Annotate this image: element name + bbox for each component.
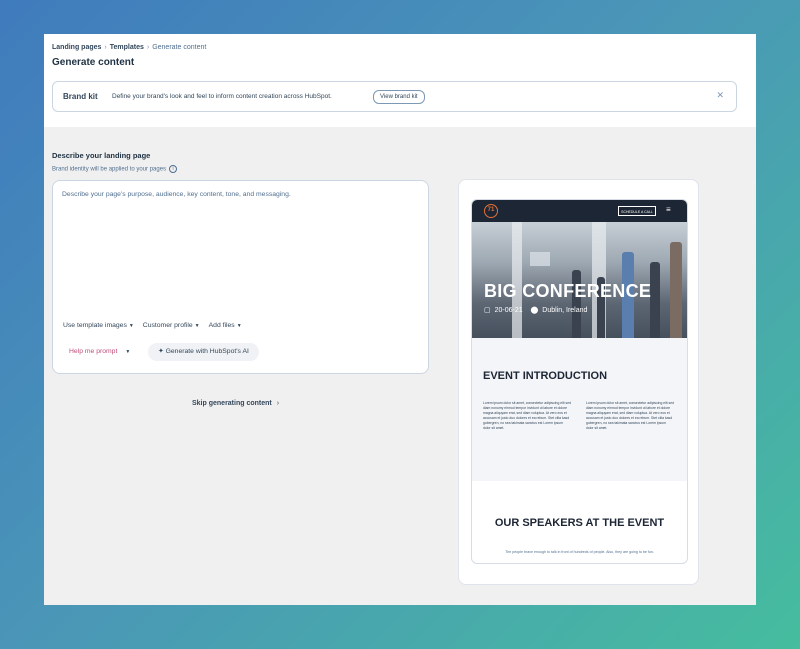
header: Landing pages › Templates › Generate content… [44, 34, 756, 127]
breadcrumb-landing-pages[interactable]: Landing pages [52, 44, 101, 51]
add-files-dropdown[interactable]: Add files ▼ [209, 322, 242, 329]
preview-intro-title: EVENT INTRODUCTION [483, 370, 608, 382]
mobile-preview: 71 SCHEDULE A CALL ≡ BIG CONFERENCE ▢ 20-… [471, 199, 688, 564]
chevron-right-icon: › [276, 400, 280, 407]
use-template-images-dropdown[interactable]: Use template images ▼ [63, 322, 134, 329]
preview-schedule-button: SCHEDULE A CALL [618, 206, 656, 216]
brand-kit-description: Define your brand's look and feel to inf… [112, 93, 332, 100]
describe-subtitle-text: Brand identity will be applied to your p… [52, 166, 167, 173]
use-template-images-label: Use template images [63, 322, 127, 329]
prompt-options: Use template images ▼ Customer profile ▼ A… [63, 322, 242, 329]
breadcrumb-templates[interactable]: Templates [110, 44, 144, 51]
page-title: Generate content [52, 57, 135, 68]
preview-hero-date: 20-06-21 [494, 307, 523, 314]
skip-label: Skip generating content [192, 400, 272, 407]
preview-speakers-title: OUR SPEAKERS AT THE EVENT [494, 517, 665, 529]
template-preview-card: 71 SCHEDULE A CALL ≡ BIG CONFERENCE ▢ 20-… [458, 179, 699, 585]
sparkle-icon: ✦ [158, 348, 166, 355]
preview-navbar: 71 SCHEDULE A CALL ≡ [472, 200, 687, 222]
info-icon[interactable]: i [169, 165, 178, 173]
brand-kit-title: Brand kit [63, 92, 98, 101]
skip-generating-link[interactable]: Skip generating content › [192, 400, 279, 407]
caret-down-icon: ▼ [236, 323, 242, 329]
close-icon[interactable]: ✕ [716, 90, 724, 101]
add-files-label: Add files [208, 322, 235, 329]
preview-intro-col-left: Lorem ipsum dolor sit amet, consectetur … [483, 401, 572, 430]
customer-profile-label: Customer profile [142, 322, 193, 329]
prompt-editor[interactable]: Describe your page's purpose, audience, … [52, 180, 429, 374]
help-me-prompt-label: Help me prompt [69, 348, 118, 355]
hero-person [670, 242, 682, 338]
preview-speakers-text: The people brave enough to talk in front… [505, 550, 654, 554]
preview-hero-title: BIG CONFERENCE [484, 281, 652, 301]
generate-label: Generate with HubSpot's AI [165, 348, 249, 355]
calendar-icon: ▢ [484, 307, 491, 314]
hero-person [650, 262, 660, 338]
generate-with-ai-button[interactable]: ✦ Generate with HubSpot's AI [148, 343, 259, 361]
hero-screen [530, 252, 550, 266]
location-pin-icon: ⬤ [530, 307, 539, 314]
hamburger-menu-icon: ≡ [666, 205, 671, 214]
preview-logo: 71 [484, 204, 498, 218]
caret-down-icon: ▼ [194, 323, 200, 329]
app-window: Landing pages › Templates › Generate content… [44, 34, 756, 605]
breadcrumb-separator: › [146, 44, 150, 51]
breadcrumb-current: Generate content [152, 44, 207, 51]
customer-profile-dropdown[interactable]: Customer profile ▼ [143, 322, 200, 329]
describe-subtitle: Brand identity will be applied to your p… [52, 165, 178, 173]
describe-title: Describe your landing page [52, 151, 151, 160]
preview-hero-image: BIG CONFERENCE ▢ 20-06-21 ⬤ Dublin, Irelan… [472, 222, 687, 338]
brand-kit-banner: Brand kit Define your brand's look and f… [52, 81, 737, 112]
preview-intro-col-right: Lorem ipsum dolor sit amet, consectetur … [586, 401, 675, 430]
preview-intro-section: EVENT INTRODUCTION Lorem ipsum dolor sit… [472, 338, 687, 481]
caret-down-icon: ▼ [128, 323, 134, 329]
preview-hero-location: Dublin, Ireland [542, 307, 588, 314]
breadcrumb: Landing pages › Templates › Generate content [52, 44, 206, 51]
hero-pillar [512, 222, 522, 338]
prompt-placeholder[interactable]: Describe your page's purpose, audience, … [62, 191, 291, 198]
caret-down-icon: ▼ [125, 349, 131, 355]
view-brand-kit-button[interactable]: View brand kit [373, 90, 425, 104]
breadcrumb-separator: › [104, 44, 107, 51]
preview-hero-meta: ▢ 20-06-21 ⬤ Dublin, Ireland [484, 306, 587, 314]
help-me-prompt-dropdown[interactable]: Help me prompt ▼ [62, 343, 137, 361]
